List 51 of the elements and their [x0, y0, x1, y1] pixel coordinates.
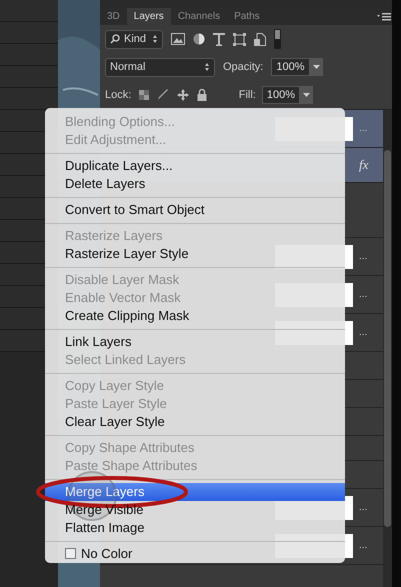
- menu-item[interactable]: Convert to Smart Object: [45, 201, 345, 219]
- menu-item[interactable]: Flatten Image: [45, 519, 345, 537]
- document-icon[interactable]: [254, 32, 266, 46]
- more-options[interactable]: ...: [359, 538, 377, 553]
- menu-item[interactable]: Duplicate Layers...: [45, 157, 345, 175]
- effects-label: fx: [359, 156, 370, 174]
- brush-icon[interactable]: [157, 89, 170, 101]
- fill-dropdown-button[interactable]: [300, 86, 313, 104]
- lock-transparency-icon[interactable]: [139, 90, 150, 100]
- menu-item[interactable]: Delete Layers: [45, 175, 345, 193]
- panel-row: [0, 44, 58, 66]
- opacity-label: Opacity:: [223, 60, 264, 75]
- more-options[interactable]: ...: [359, 121, 377, 136]
- no-color-swatch-icon: [65, 548, 76, 559]
- scrollbar-thumb[interactable]: [384, 150, 391, 527]
- fill-field[interactable]: 100%: [262, 86, 300, 104]
- menu-item[interactable]: No Color: [45, 545, 345, 563]
- more-options[interactable]: ...: [359, 287, 377, 302]
- more-options[interactable]: ...: [359, 249, 377, 264]
- lock-label: Lock:: [105, 88, 132, 103]
- more-options[interactable]: ...: [359, 500, 377, 515]
- caret-icon: [312, 65, 320, 69]
- panel-row: [0, 22, 58, 44]
- menu-item[interactable]: Link Layers: [45, 333, 345, 351]
- menu-item[interactable]: Clear Layer Style: [45, 413, 345, 431]
- filter-dropdown[interactable]: Kind: [105, 30, 163, 48]
- filter-toggle-icon[interactable]: [274, 29, 281, 49]
- transform-icon[interactable]: [233, 32, 246, 46]
- half-circle-icon[interactable]: [193, 33, 205, 45]
- updown-icon: [152, 34, 158, 44]
- panel-tab[interactable]: 3D: [100, 8, 127, 25]
- search-icon: [110, 34, 120, 44]
- menu-item[interactable]: Create Clipping Mask: [45, 307, 345, 325]
- panel-tab[interactable]: Paths: [227, 8, 267, 25]
- blend-mode-dropdown[interactable]: Normal: [105, 58, 215, 76]
- move-icon[interactable]: [177, 89, 190, 101]
- panel-tab[interactable]: Channels: [170, 8, 228, 25]
- type-icon[interactable]: [213, 32, 225, 46]
- panel-tab[interactable]: Layers: [126, 8, 171, 25]
- image-icon[interactable]: [171, 33, 185, 45]
- opacity-dropdown-button[interactable]: [310, 58, 322, 76]
- fill-label: Fill:: [238, 88, 256, 103]
- panel-row: [0, 0, 58, 22]
- more-options[interactable]: ...: [359, 325, 377, 340]
- menu-item[interactable]: Merge Layers: [45, 483, 345, 501]
- caret-icon: [303, 93, 310, 97]
- padlock-icon[interactable]: [197, 89, 208, 101]
- updown-icon: [204, 62, 210, 72]
- opacity-field[interactable]: 100%: [271, 58, 310, 76]
- panel-row: [0, 66, 58, 88]
- menu-item[interactable]: Rasterize Layer Style: [45, 245, 345, 263]
